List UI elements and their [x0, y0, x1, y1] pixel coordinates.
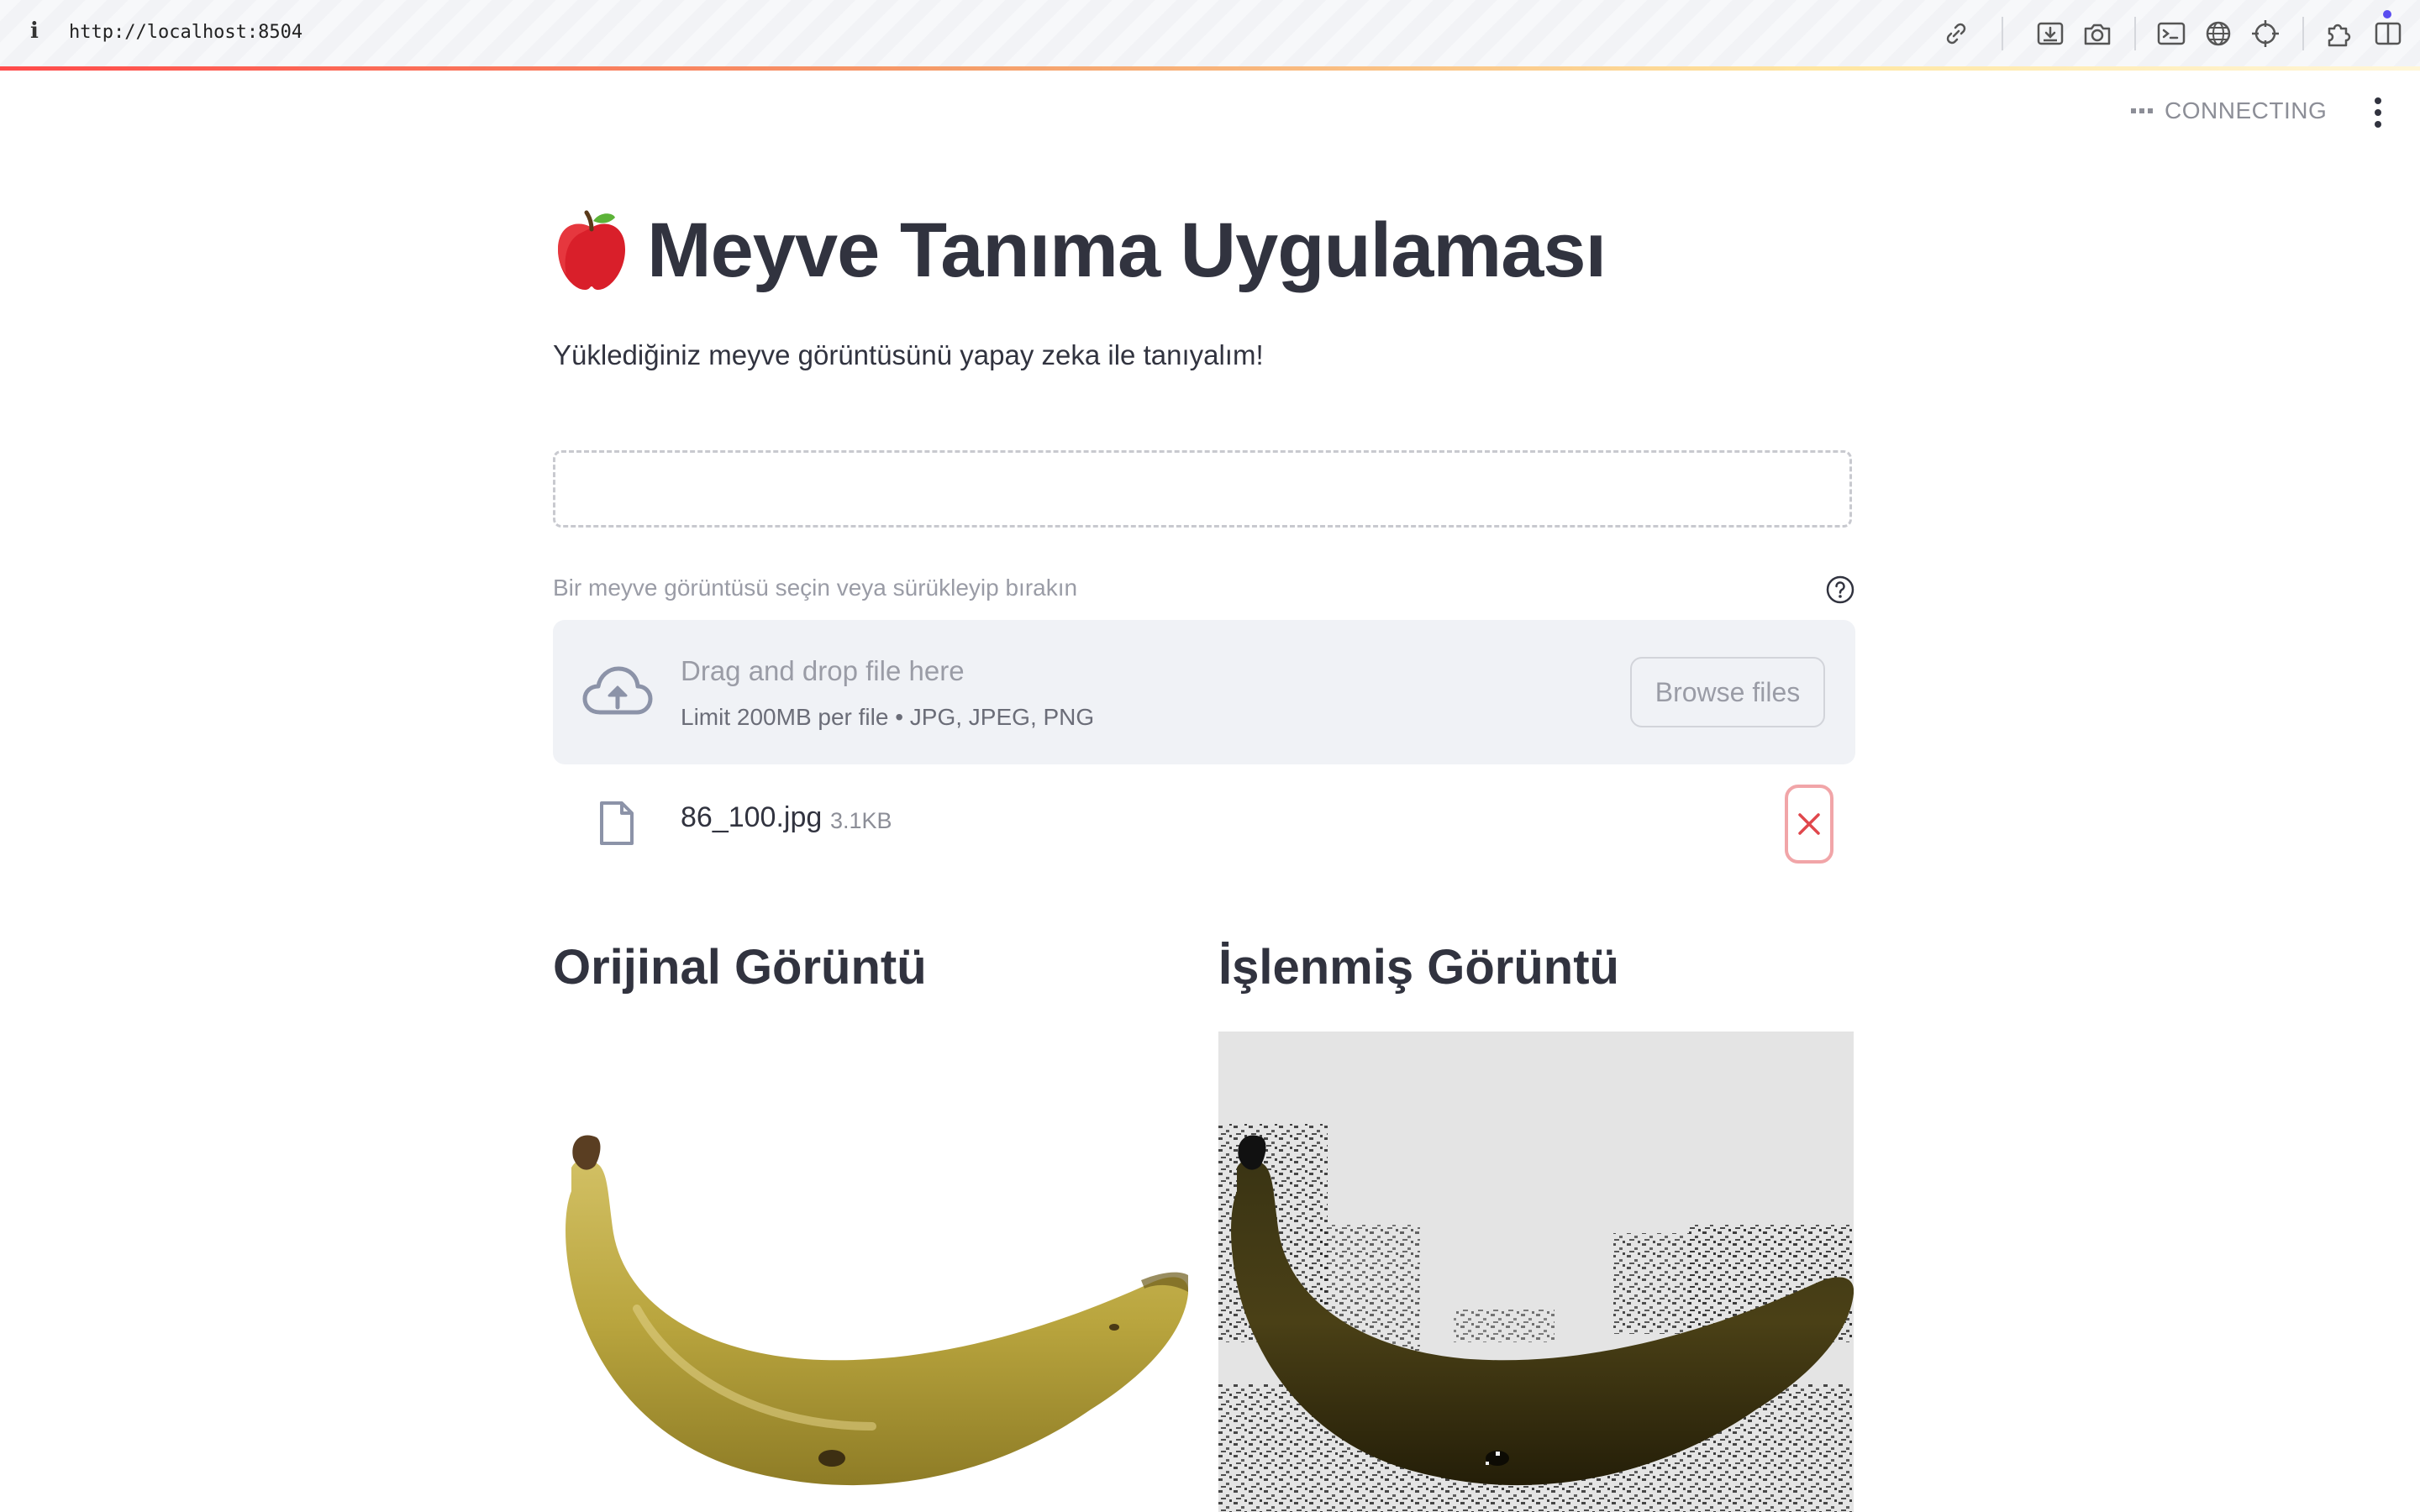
- connection-status: CONNECTING: [2131, 97, 2327, 124]
- sidebar-icon[interactable]: [2371, 17, 2405, 50]
- extension-icon[interactable]: [2323, 17, 2356, 50]
- page-title: Meyve Tanıma Uygulaması: [553, 207, 1607, 295]
- globe-icon[interactable]: [2202, 17, 2235, 50]
- uploaded-file-row: 86_100.jpg 3.1KB: [553, 785, 1855, 869]
- close-icon: [1798, 813, 1820, 835]
- download-icon[interactable]: [2033, 17, 2067, 50]
- link-icon[interactable]: [1939, 17, 1973, 50]
- dropzone-limit: Limit 200MB per file • JPG, JPEG, PNG: [681, 704, 1095, 730]
- remove-file-button[interactable]: [1785, 785, 1833, 864]
- original-image: [553, 1032, 1188, 1512]
- dropzone-title: Drag and drop file here: [681, 655, 965, 686]
- browser-toolbar: i http://localhost:8504: [0, 0, 2420, 68]
- camera-icon[interactable]: [2081, 17, 2114, 50]
- address-bar[interactable]: http://localhost:8504: [69, 22, 302, 43]
- info-icon[interactable]: i: [30, 18, 39, 44]
- file-size: 3.1KB: [830, 808, 892, 833]
- crosshair-icon[interactable]: [2249, 17, 2282, 50]
- uploader-label: Bir meyve görüntüsü seçin veya sürükleyi…: [553, 575, 1078, 601]
- notification-dot: [2383, 10, 2391, 18]
- terminal-icon[interactable]: [2154, 17, 2188, 50]
- status-text: CONNECTING: [2165, 97, 2328, 123]
- title-text: Meyve Tanıma Uygulaması: [647, 207, 1607, 293]
- cloud-upload-icon: [582, 666, 653, 715]
- original-image-title: Orijinal Görüntü: [553, 940, 927, 995]
- status-dots-icon: [2131, 108, 2153, 113]
- browse-files-button[interactable]: Browse files: [1630, 657, 1825, 727]
- processed-image-title: İşlenmiş Görüntü: [1218, 940, 1619, 995]
- file-dropzone[interactable]: Drag and drop file here Limit 200MB per …: [553, 620, 1855, 764]
- file-name: 86_100.jpg: [681, 801, 823, 833]
- header-decoration-line: [0, 66, 2420, 71]
- help-icon[interactable]: [1825, 575, 1855, 605]
- processed-image: [1218, 1032, 1854, 1512]
- empty-container: [553, 450, 1852, 528]
- subtitle: Yüklediğiniz meyve görüntüsünü yapay zek…: [553, 339, 1264, 370]
- apple-icon: [558, 210, 625, 290]
- file-icon: [600, 801, 634, 845]
- kebab-menu-icon[interactable]: [2371, 97, 2385, 128]
